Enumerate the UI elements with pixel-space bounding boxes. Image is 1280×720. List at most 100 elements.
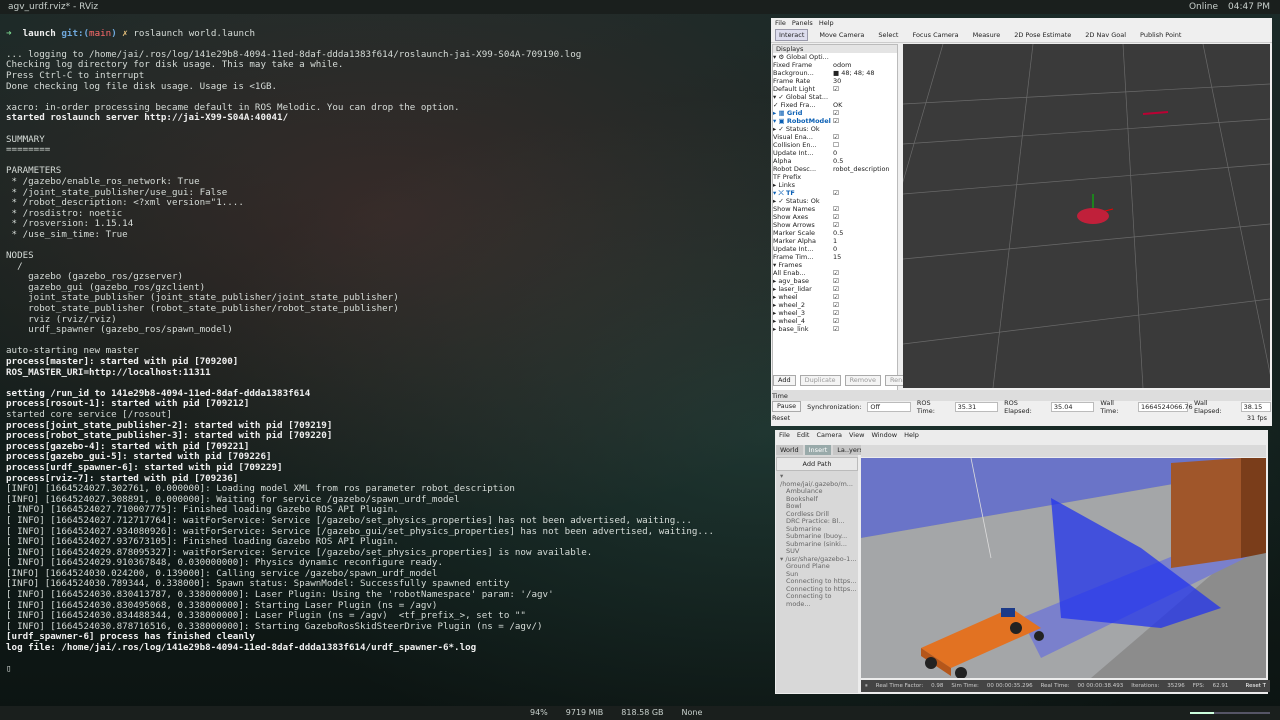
reset-button[interactable]: Reset [772, 414, 790, 422]
display-row[interactable]: ▾ ⤬ TF ☑ [773, 189, 897, 197]
gazebo-menu-item[interactable]: View [849, 430, 864, 441]
tool-2d-nav-goal[interactable]: 2D Nav Goal [1082, 30, 1129, 40]
rviz-menu-item[interactable]: Help [819, 18, 834, 28]
display-row[interactable]: ▾ ⚙ Global Opti... [773, 53, 897, 61]
display-property-value[interactable] [833, 181, 897, 189]
display-property-value[interactable]: ☑ [833, 325, 897, 333]
remove-display-button[interactable]: Remove [844, 375, 881, 386]
gazebo-menu-item[interactable]: Help [904, 430, 919, 441]
gazebo-3d-view[interactable] [861, 458, 1266, 678]
display-property-value[interactable] [833, 53, 897, 61]
wall-time-field[interactable]: 1664524066.76 [1138, 401, 1193, 412]
display-property-value[interactable]: ☑ [833, 221, 897, 229]
display-row[interactable]: ▸ ✓ Status: Ok [773, 197, 897, 205]
duplicate-display-button[interactable]: Duplicate [799, 375, 841, 386]
gazebo-tab[interactable]: World [776, 445, 803, 455]
display-property-value[interactable] [833, 93, 897, 101]
pause-button[interactable]: Pause [772, 401, 802, 412]
rviz-menu-item[interactable]: Panels [792, 18, 813, 28]
display-row[interactable]: Alpha 0.5 [773, 157, 897, 165]
display-property-value[interactable]: 1 [833, 237, 897, 245]
display-property-value[interactable]: 0.5 [833, 229, 897, 237]
display-row[interactable]: ▸ base_link ☑ [773, 325, 897, 333]
display-property-value[interactable]: ☑ [833, 189, 897, 197]
display-property-value[interactable]: ☑ [833, 293, 897, 301]
display-property-value[interactable]: ☑ [833, 277, 897, 285]
display-row[interactable]: ▾ ✓ Global Stat... [773, 93, 897, 101]
ros-time-field[interactable]: 35.31 [954, 401, 999, 412]
display-row[interactable]: Backgroun... ■ 48; 48; 48 [773, 69, 897, 77]
display-property-value[interactable] [833, 125, 897, 133]
display-property-value[interactable]: ☑ [833, 301, 897, 309]
display-row[interactable]: Update Int... 0 [773, 149, 897, 157]
display-property-value[interactable]: odom [833, 61, 897, 69]
display-row[interactable]: TF Prefix [773, 173, 897, 181]
display-property-value[interactable]: ☑ [833, 213, 897, 221]
display-property-value[interactable] [833, 173, 897, 181]
volume-slider[interactable] [1190, 712, 1270, 714]
display-row[interactable]: Frame Tim... 15 [773, 253, 897, 261]
gazebo-menu-item[interactable]: File [779, 430, 790, 441]
display-property-value[interactable]: 30 [833, 77, 897, 85]
gazebo-menu-item[interactable]: Edit [797, 430, 810, 441]
reset-time-button[interactable]: Reset T [1246, 683, 1266, 689]
rviz-3d-view[interactable] [903, 44, 1270, 388]
tool-interact[interactable]: Interact [775, 29, 809, 41]
gazebo-window[interactable]: File Edit Camera View Window Help World Insert… [775, 430, 1270, 694]
display-property-value[interactable] [833, 261, 897, 269]
display-property-value[interactable]: ☑ [833, 133, 897, 141]
display-property-value[interactable]: ☑ [833, 309, 897, 317]
display-property-value[interactable]: ☑ [833, 269, 897, 277]
display-row[interactable]: Marker Alpha 1 [773, 237, 897, 245]
display-property-value[interactable]: ☑ [833, 109, 897, 117]
display-row[interactable]: ▾ ▣ RobotModel ☑ [773, 117, 897, 125]
display-row[interactable]: ▸ agv_base ☑ [773, 277, 897, 285]
display-row[interactable]: All Enab... ☑ [773, 269, 897, 277]
display-row[interactable]: Collision En... ☐ [773, 141, 897, 149]
display-property-value[interactable]: 0.5 [833, 157, 897, 165]
tool-move-camera[interactable]: Move Camera [816, 30, 867, 40]
display-row[interactable]: Frame Rate 30 [773, 77, 897, 85]
display-row[interactable]: ▸ wheel_3 ☑ [773, 309, 897, 317]
network-status[interactable]: Online [1189, 0, 1218, 14]
display-property-value[interactable]: ☑ [833, 85, 897, 93]
display-property-value[interactable]: ☑ [833, 205, 897, 213]
gazebo-tab[interactable]: Insert [804, 445, 832, 455]
display-row[interactable]: ▸ wheel_4 ☑ [773, 317, 897, 325]
display-property-value[interactable]: robot_description [833, 165, 897, 173]
display-property-value[interactable]: ☑ [833, 117, 897, 125]
model-tree-item[interactable]: Connecting to mode... [776, 592, 858, 608]
display-row[interactable]: ▸ laser_lidar ☑ [773, 285, 897, 293]
display-property-value[interactable]: ☑ [833, 285, 897, 293]
display-row[interactable]: ▸ wheel ☑ [773, 293, 897, 301]
display-row[interactable]: Default Light ☑ [773, 85, 897, 93]
display-property-value[interactable]: OK [833, 101, 897, 109]
display-row[interactable]: Update Int... 0 [773, 245, 897, 253]
display-row[interactable]: ▸ ✓ Status: Ok [773, 125, 897, 133]
tool-focus-camera[interactable]: Focus Camera [909, 30, 961, 40]
model-tree-item[interactable]: ▾ /home/jai/.gazebo/m... [776, 472, 858, 488]
display-property-value[interactable]: ☑ [833, 317, 897, 325]
ros-elapsed-field[interactable]: 35.04 [1050, 401, 1095, 412]
display-row[interactable]: ▸ ▦ Grid ☑ [773, 109, 897, 117]
tool-measure[interactable]: Measure [970, 30, 1004, 40]
display-row[interactable]: Show Axes ☑ [773, 213, 897, 221]
display-property-value[interactable] [833, 197, 897, 205]
wall-elapsed-field[interactable]: 38.15 [1240, 401, 1272, 412]
rviz-window[interactable]: File Panels Help Interact Move Camera Select… [771, 18, 1272, 426]
display-row[interactable]: Show Arrows ☑ [773, 221, 897, 229]
display-property-value[interactable]: 15 [833, 253, 897, 261]
display-row[interactable]: Marker Scale 0.5 [773, 229, 897, 237]
rviz-menu-item[interactable]: File [775, 18, 786, 28]
display-row[interactable]: Visual Ena... ☑ [773, 133, 897, 141]
display-row[interactable]: ✓ Fixed Fra... OK [773, 101, 897, 109]
display-row[interactable]: Show Names ☑ [773, 205, 897, 213]
tool-select[interactable]: Select [875, 30, 901, 40]
play-pause-icon[interactable]: ⏸ [865, 683, 868, 690]
gazebo-menu-item[interactable]: Camera [816, 430, 842, 441]
display-property-value[interactable]: ■ 48; 48; 48 [833, 69, 897, 77]
display-row[interactable]: ▸ wheel_2 ☑ [773, 301, 897, 309]
tool-2d-pose-estimate[interactable]: 2D Pose Estimate [1011, 30, 1074, 40]
sync-select[interactable]: Off [867, 401, 911, 412]
terminal[interactable]: ➜ launch git:(main) ✗ roslaunch world.la… [6, 18, 766, 674]
